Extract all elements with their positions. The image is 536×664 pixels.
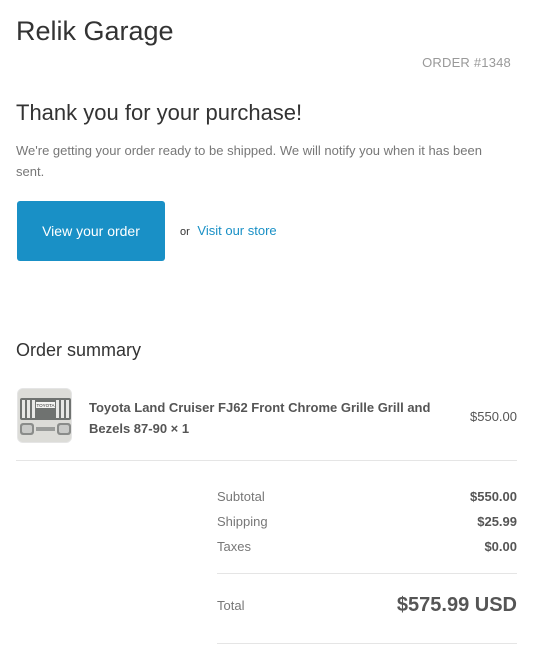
or-text: or — [180, 226, 190, 238]
thank-you-title: Thank you for your purchase! — [16, 100, 303, 125]
thumb-text: TOYOTA — [36, 403, 54, 408]
summary-divider — [16, 460, 517, 461]
grille-image: TOYOTA — [18, 389, 71, 442]
subtotal-row: Subtotal $550.00 — [217, 484, 517, 509]
subtotal-label: Subtotal — [217, 489, 265, 504]
shipping-row: Shipping $25.99 — [217, 509, 517, 534]
shop-name: Relik Garage — [16, 16, 174, 46]
taxes-value: $0.00 — [484, 539, 517, 554]
view-order-button-label: View your order — [42, 223, 140, 239]
taxes-label: Taxes — [217, 539, 251, 554]
shipping-value: $25.99 — [477, 514, 517, 529]
product-title: Toyota Land Cruiser FJ62 Front Chrome Gr… — [89, 400, 431, 436]
secondary-action: or Visit our store — [180, 223, 277, 238]
bottom-divider — [217, 643, 517, 644]
subtotal-value: $550.00 — [470, 489, 517, 504]
taxes-row: Taxes $0.00 — [217, 534, 517, 559]
view-order-button[interactable]: View your order — [17, 201, 165, 261]
totals-divider — [217, 573, 517, 574]
product-price: $550.00 — [470, 409, 517, 424]
order-status-message: We're getting your order ready to be shi… — [16, 143, 482, 179]
visit-store-link[interactable]: Visit our store — [197, 223, 276, 238]
order-number: ORDER #1348 — [422, 55, 511, 70]
order-summary-title: Order summary — [16, 340, 142, 360]
total-value: $575.99 USD — [396, 594, 517, 616]
total-label: Total — [217, 598, 245, 613]
line-item: TOYOTA Toyota Land Cruiser FJ62 Front Ch… — [17, 388, 517, 446]
totals-list: Subtotal $550.00 Shipping $25.99 Taxes $… — [217, 484, 517, 559]
product-thumbnail: TOYOTA — [17, 388, 72, 443]
total-row: Total $575.99 USD — [217, 594, 517, 617]
shipping-label: Shipping — [217, 514, 268, 529]
